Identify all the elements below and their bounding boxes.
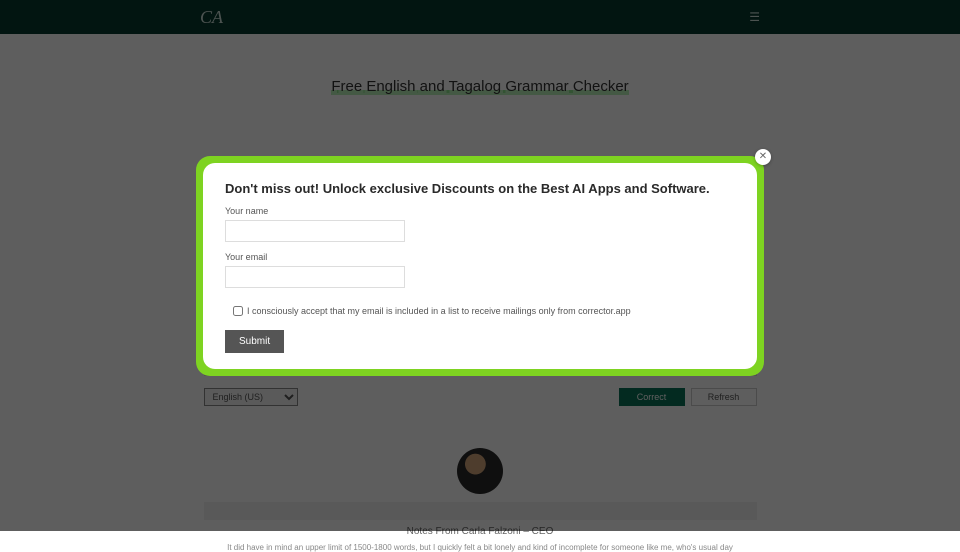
modal-heading: Don't miss out! Unlock exclusive Discoun…: [225, 181, 735, 196]
name-field[interactable]: [225, 220, 405, 242]
consent-label: I consciously accept that my email is in…: [247, 306, 631, 316]
name-label: Your name: [225, 206, 735, 216]
name-group: Your name: [225, 206, 735, 242]
consent-row: I consciously accept that my email is in…: [225, 306, 735, 316]
submit-button[interactable]: Submit: [225, 330, 284, 353]
modal-overlay[interactable]: ✕ Don't miss out! Unlock exclusive Disco…: [0, 0, 960, 531]
modal: Don't miss out! Unlock exclusive Discoun…: [203, 163, 757, 369]
close-button[interactable]: ✕: [755, 149, 771, 165]
email-group: Your email: [225, 252, 735, 288]
ceo-text: It did have in mind an upper limit of 15…: [210, 543, 750, 552]
consent-checkbox[interactable]: [233, 306, 243, 316]
email-field[interactable]: [225, 266, 405, 288]
modal-outer: ✕ Don't miss out! Unlock exclusive Disco…: [196, 156, 764, 376]
email-label: Your email: [225, 252, 735, 262]
